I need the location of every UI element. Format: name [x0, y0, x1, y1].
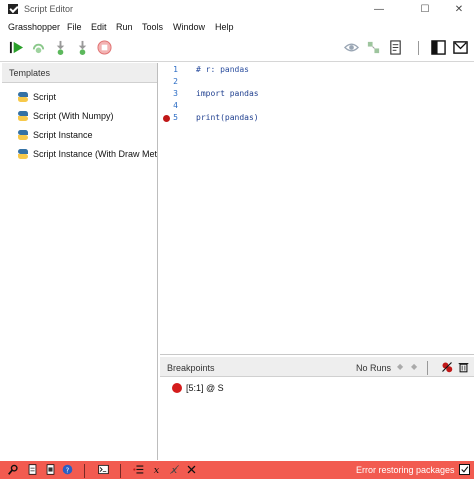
breakpoints-panel: Breakpoints No Runs ◆ ◆ [5:1] @ S [160, 357, 474, 460]
template-item-script-numpy[interactable]: Script (With Numpy) [2, 107, 157, 126]
line-number: 3 [173, 89, 178, 98]
app-icon [8, 4, 18, 14]
toggle-browser-icon[interactable] [431, 40, 446, 55]
toggle-console-icon[interactable] [453, 40, 468, 55]
help-icon[interactable]: ? [62, 464, 73, 475]
code-text: print(pandas) [196, 113, 259, 122]
code-line[interactable]: 2 [160, 77, 474, 89]
window-title: Script Editor [24, 4, 74, 14]
template-item-script[interactable]: Script [2, 88, 157, 107]
templates-panel: Templates Script Script (With Numpy) Scr… [2, 63, 158, 460]
breakpoint-icon [172, 383, 182, 393]
document-icon[interactable] [45, 464, 56, 475]
svg-text:x: x [154, 465, 160, 475]
menu-window[interactable]: Window [173, 22, 205, 32]
step-into-icon[interactable] [75, 40, 90, 55]
template-item-script-instance[interactable]: Script Instance [2, 126, 157, 145]
shapes-icon[interactable] [366, 40, 381, 55]
template-label: Script Instance (With Draw Met [33, 149, 157, 159]
line-number: 1 [173, 65, 178, 74]
run-with-debug-icon[interactable] [31, 40, 46, 55]
preview-eye-icon[interactable] [344, 40, 359, 55]
close-button[interactable]: ✕ [444, 2, 474, 18]
python-icon [18, 92, 28, 102]
list-icon[interactable] [133, 464, 144, 475]
line-number: 2 [173, 77, 178, 86]
svg-text:?: ? [66, 466, 70, 474]
python-icon [18, 130, 28, 140]
toolbar-separator [418, 41, 419, 55]
formula-off-icon[interactable]: x [169, 464, 180, 475]
templates-header: Templates [2, 63, 157, 83]
template-label: Script (With Numpy) [33, 111, 114, 121]
code-text: import pandas [196, 89, 259, 98]
search-icon[interactable] [8, 464, 19, 475]
status-separator [84, 464, 85, 478]
step-over-icon[interactable] [53, 40, 68, 55]
menu-run[interactable]: Run [116, 22, 133, 32]
template-label: Script [33, 92, 57, 102]
status-message: Error restoring packages [356, 465, 455, 475]
python-icon [18, 149, 28, 159]
title-bar: Script Editor — ☐ ✕ [0, 0, 474, 20]
status-separator [120, 464, 121, 478]
menu-help[interactable]: Help [215, 22, 234, 32]
document-icon[interactable] [388, 40, 403, 55]
menu-tools[interactable]: Tools [142, 22, 163, 32]
check-icon [461, 466, 469, 473]
toolbar [0, 35, 474, 62]
status-bar: ? x x Error restoring packages [0, 461, 474, 479]
code-line[interactable]: 1 # r: pandas [160, 65, 474, 77]
code-line[interactable]: 4 [160, 101, 474, 113]
code-line[interactable]: 3 import pandas [160, 89, 474, 101]
document-icon[interactable] [27, 464, 38, 475]
code-line[interactable]: 5 print(pandas) [160, 113, 474, 125]
template-item-script-instance-draw[interactable]: Script Instance (With Draw Met [2, 145, 157, 164]
code-editor[interactable]: 1 # r: pandas 2 3 import pandas 4 5 prin… [160, 63, 474, 355]
trash-icon[interactable] [458, 361, 469, 373]
line-number: 4 [173, 101, 178, 110]
run-icon[interactable] [9, 40, 24, 55]
minimize-button[interactable]: — [364, 2, 394, 18]
runs-selector[interactable]: No Runs [356, 363, 391, 373]
menu-grasshopper[interactable]: Grasshopper [8, 22, 60, 32]
menu-bar: Grasshopper File Edit Run Tools Window H… [0, 20, 474, 35]
template-label: Script Instance [33, 130, 93, 140]
next-run-icon[interactable]: ◆ [411, 362, 417, 371]
clear-breakpoints-icon[interactable] [441, 361, 453, 373]
tools-icon[interactable] [186, 464, 197, 475]
prev-run-icon[interactable]: ◆ [397, 362, 403, 371]
svg-text:x: x [172, 465, 178, 475]
breakpoint-label: [5:1] @ S [186, 383, 224, 393]
stop-icon[interactable] [97, 40, 112, 55]
line-number: 5 [173, 113, 178, 122]
menu-edit[interactable]: Edit [91, 22, 107, 32]
menu-file[interactable]: File [67, 22, 82, 32]
toolbar-separator [427, 361, 428, 375]
maximize-button[interactable]: ☐ [410, 2, 440, 18]
console-icon[interactable] [98, 464, 109, 475]
python-icon [18, 111, 28, 121]
breakpoints-title: Breakpoints [167, 363, 215, 373]
status-checkbox[interactable] [459, 464, 470, 475]
code-text: # r: pandas [196, 65, 249, 74]
breakpoints-header: Breakpoints No Runs ◆ ◆ [160, 357, 474, 377]
formula-icon[interactable]: x [151, 464, 162, 475]
